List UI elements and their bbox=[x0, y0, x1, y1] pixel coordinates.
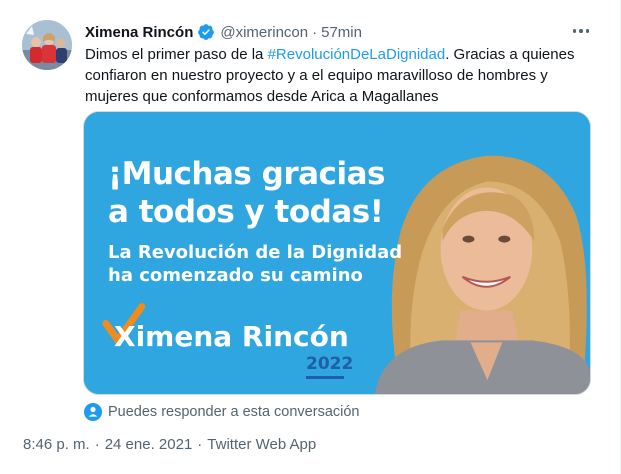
tweet-date[interactable]: 24 ene. 2021 bbox=[105, 436, 193, 453]
media-brand-name: Ximena Rincón bbox=[114, 320, 349, 353]
media-subline-line2: ha comenzado su camino bbox=[108, 265, 363, 286]
avatar-photo-icon bbox=[22, 20, 72, 70]
tweet-text: Dimos el primer paso de la #RevoluciónDe… bbox=[85, 44, 595, 107]
reply-restriction[interactable]: Puedes responder a esta conversación bbox=[84, 402, 360, 422]
media-year-underline bbox=[306, 376, 344, 379]
author-display-name[interactable]: Ximena Rincón bbox=[85, 24, 193, 41]
meta-separator: · bbox=[197, 435, 203, 453]
avatar[interactable] bbox=[22, 20, 72, 70]
media-brand-year: 2022 bbox=[306, 354, 354, 374]
tweet-media-image[interactable]: ¡Muchas gracias a todos y todas! La Revo… bbox=[83, 111, 591, 395]
media-headline-line1: ¡Muchas gracias bbox=[108, 156, 385, 192]
tweet-timestamp[interactable]: 8:46 p. m. bbox=[23, 436, 90, 453]
verified-badge-icon bbox=[197, 23, 215, 41]
tweet-meta: 8:46 p. m. · 24 ene. 2021 · Twitter Web … bbox=[23, 434, 316, 454]
more-dot bbox=[572, 29, 577, 33]
hashtag-link[interactable]: #RevoluciónDeLaDignidad bbox=[268, 46, 446, 63]
media-subline-line1: La Revolución de la Dignidad bbox=[108, 242, 403, 263]
relative-time[interactable]: 57min bbox=[321, 24, 362, 41]
reply-restriction-text: Puedes responder a esta conversación bbox=[108, 404, 360, 420]
tweet: Ximena Rincón @ximerincon · 57min Dimos … bbox=[0, 0, 621, 474]
header-separator: · bbox=[312, 23, 318, 41]
meta-separator: · bbox=[94, 435, 100, 453]
more-dot bbox=[579, 29, 583, 33]
person-reply-icon bbox=[84, 403, 102, 421]
author-handle[interactable]: @ximerincon bbox=[220, 24, 308, 41]
tweet-header: Ximena Rincón @ximerincon · 57min bbox=[85, 22, 362, 42]
media-headline-line2: a todos y todas! bbox=[108, 194, 384, 230]
more-dot bbox=[585, 29, 590, 33]
more-options-icon[interactable] bbox=[570, 22, 592, 40]
tweet-source[interactable]: Twitter Web App bbox=[207, 436, 316, 453]
tweet-text-before: Dimos el primer paso de la bbox=[85, 46, 268, 63]
